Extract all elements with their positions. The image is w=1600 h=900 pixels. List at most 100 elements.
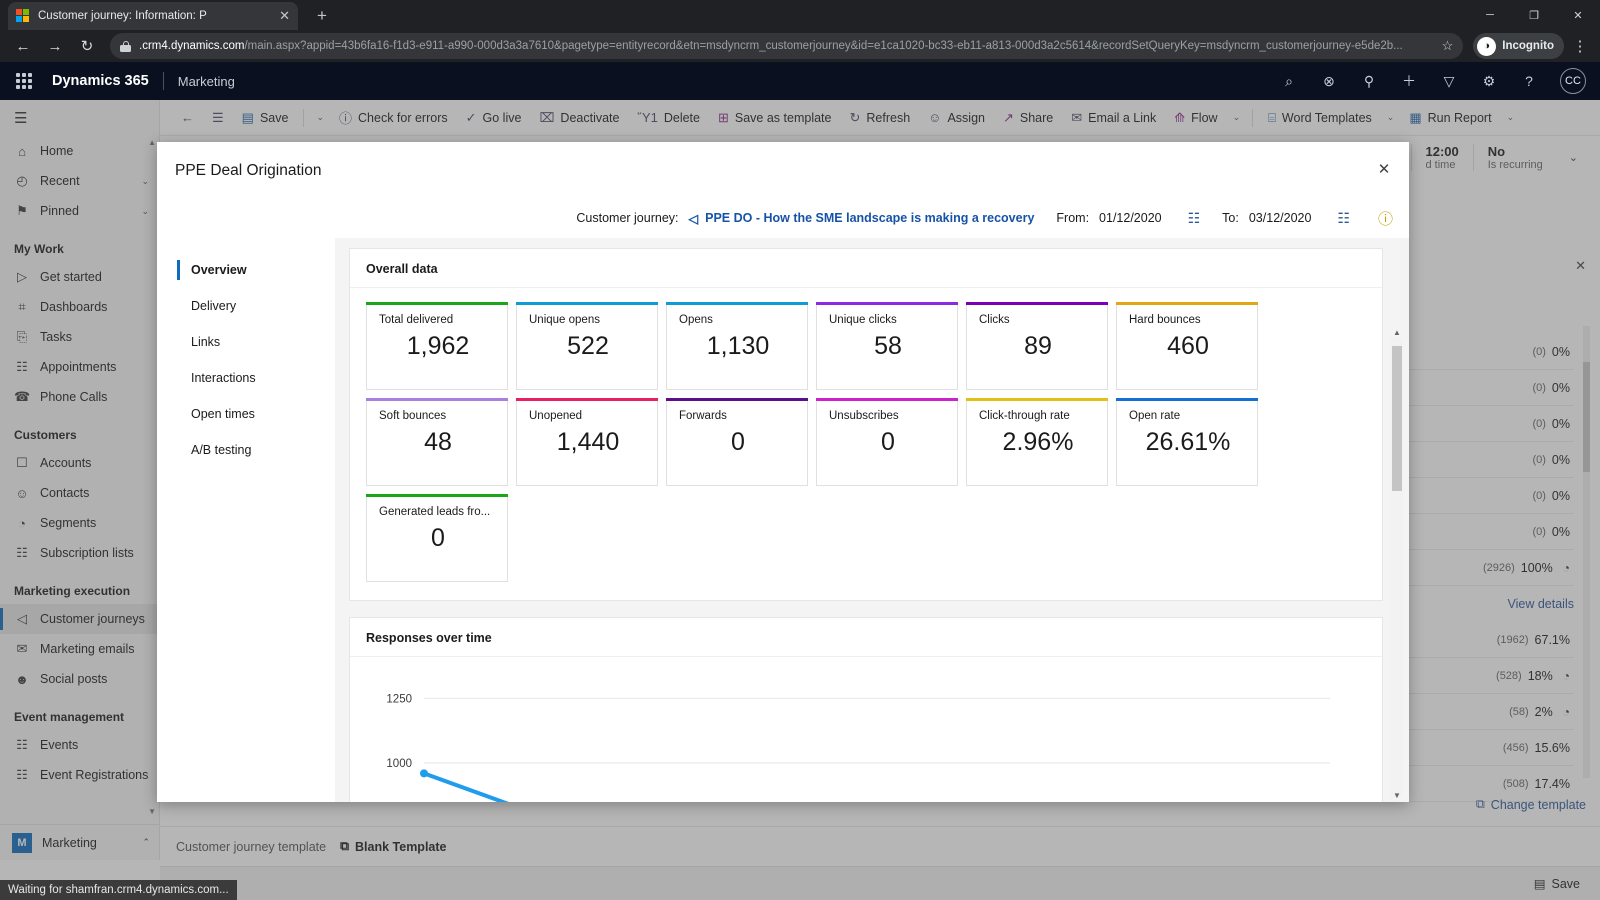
- avatar[interactable]: CC: [1560, 68, 1586, 94]
- bookmark-star-icon[interactable]: ☆: [1442, 38, 1454, 54]
- kpi-accent-bar: [816, 398, 958, 401]
- kpi-tile[interactable]: Generated leads fro... 0: [366, 494, 508, 582]
- search-icon[interactable]: ⌕: [1280, 73, 1298, 90]
- incognito-label: Incognito: [1502, 40, 1554, 52]
- kpi-tile[interactable]: Unique clicks 58: [816, 302, 958, 390]
- kpi-accent-bar: [366, 398, 508, 401]
- kpi-tile[interactable]: Open rate 26.61%: [1116, 398, 1258, 486]
- kpi-tile[interactable]: Unique opens 522: [516, 302, 658, 390]
- address-bar[interactable]: .crm4.dynamics.com/main.aspx?appid=43b6f…: [110, 33, 1464, 59]
- from-label: From:: [1056, 211, 1090, 225]
- email-insights-dialog: PPE Deal Origination ✕ Customer journey:…: [157, 142, 1409, 802]
- to-value[interactable]: 03/12/2020: [1249, 211, 1312, 225]
- info-icon[interactable]: ⓘ: [1378, 208, 1393, 229]
- y-axis-tick-label: 1250: [386, 693, 412, 705]
- dynamics-favicon: [16, 9, 30, 23]
- add-icon[interactable]: ＋: [1400, 71, 1418, 91]
- kpi-label: Hard bounces: [1129, 314, 1201, 326]
- incognito-indicator[interactable]: ◑ Incognito: [1473, 33, 1564, 59]
- lock-icon: [120, 40, 131, 52]
- new-tab-button[interactable]: +: [310, 4, 334, 28]
- kpi-accent-bar: [966, 398, 1108, 401]
- tab-interactions[interactable]: Interactions: [177, 360, 335, 396]
- kpi-accent-bar: [366, 494, 508, 497]
- kpi-value: 1,962: [406, 332, 470, 360]
- scrollbar-thumb[interactable]: [1392, 346, 1402, 491]
- kpi-accent-bar: [516, 398, 658, 401]
- close-icon[interactable]: ✕: [1373, 158, 1395, 180]
- calendar-icon[interactable]: ☷: [1337, 210, 1350, 227]
- tab-ab-testing[interactable]: A/B testing: [177, 432, 335, 468]
- close-tab-icon[interactable]: ✕: [279, 8, 290, 24]
- kpi-accent-bar: [1116, 302, 1258, 305]
- app-header-actions: ⌕ ⊗ ⚲ ＋ ▽ ⚙ ? CC: [1280, 68, 1586, 94]
- responses-over-time-card: Responses over time 75010001250: [349, 617, 1383, 802]
- tab-links[interactable]: Links: [177, 324, 335, 360]
- app-brand[interactable]: Dynamics 365: [52, 73, 149, 89]
- window-close-button[interactable]: ✕: [1556, 0, 1600, 30]
- kpi-tile[interactable]: Total delivered 1,962: [366, 302, 508, 390]
- dialog-scrollbar[interactable]: ▲ ▼: [1391, 328, 1403, 800]
- incognito-avatar-icon: ◑: [1477, 36, 1497, 56]
- window-maximize-button[interactable]: ❐: [1512, 0, 1556, 30]
- kpi-value: 58: [874, 332, 902, 360]
- gear-icon[interactable]: ⚙: [1480, 73, 1498, 90]
- scroll-up-icon[interactable]: ▲: [1393, 328, 1401, 337]
- data-point-marker[interactable]: [420, 769, 428, 778]
- reload-icon[interactable]: ↻: [74, 33, 100, 59]
- line-chart-svg: 75010001250: [386, 693, 1330, 802]
- kpi-label: Total delivered: [379, 314, 454, 326]
- kpi-tile[interactable]: Soft bounces 48: [366, 398, 508, 486]
- from-date-field: From: 01/12/2020: [1056, 211, 1161, 225]
- kpi-tile[interactable]: Unopened 1,440: [516, 398, 658, 486]
- browser-tab[interactable]: Customer journey: Information: P ✕: [8, 2, 298, 30]
- kpi-label: Open rate: [1129, 410, 1181, 422]
- tab-overview[interactable]: Overview: [177, 252, 335, 288]
- dialog-tab-list: Overview Delivery Links Interactions Ope…: [157, 238, 335, 802]
- kpi-value: 26.61%: [1145, 428, 1231, 456]
- forward-icon[interactable]: →: [42, 33, 68, 59]
- tab-strip: Customer journey: Information: P ✕ + ─ ❐…: [0, 0, 1600, 30]
- journey-icon: ◁: [688, 211, 699, 226]
- kpi-grid: Total delivered 1,962 Unique opens 522 Opens…: [350, 288, 1382, 600]
- to-date-field: To: 03/12/2020: [1222, 211, 1311, 225]
- kpi-value: 522: [567, 332, 609, 360]
- kpi-label: Click-through rate: [979, 410, 1070, 422]
- series-line: [422, 771, 509, 802]
- chart-title: Responses over time: [350, 618, 1382, 657]
- tab-delivery[interactable]: Delivery: [177, 288, 335, 324]
- tab-open-times[interactable]: Open times: [177, 396, 335, 432]
- kpi-value: 89: [1024, 332, 1052, 360]
- kpi-tile[interactable]: Opens 1,130: [666, 302, 808, 390]
- filter-icon[interactable]: ▽: [1440, 73, 1458, 90]
- window-minimize-button[interactable]: ─: [1468, 0, 1512, 30]
- assistant-icon[interactable]: ⊗: [1320, 73, 1338, 90]
- y-axis-tick-label: 1000: [386, 758, 412, 770]
- kpi-label: Forwards: [679, 410, 727, 422]
- kpi-value: 48: [424, 428, 452, 456]
- app-launcher-icon[interactable]: [14, 71, 34, 91]
- to-label: To:: [1222, 211, 1239, 225]
- kpi-tile[interactable]: Forwards 0: [666, 398, 808, 486]
- kpi-tile[interactable]: Clicks 89: [966, 302, 1108, 390]
- customer-journey-link-label: PPE DO - How the SME landscape is making…: [705, 211, 1035, 225]
- help-icon[interactable]: ?: [1520, 73, 1538, 89]
- browser-menu-icon[interactable]: ⋮: [1570, 37, 1590, 55]
- kpi-tile[interactable]: Click-through rate 2.96%: [966, 398, 1108, 486]
- kpi-value: 1,440: [556, 428, 620, 456]
- from-value[interactable]: 01/12/2020: [1099, 211, 1162, 225]
- calendar-icon[interactable]: ☷: [1188, 210, 1201, 227]
- kpi-tile[interactable]: Hard bounces 460: [1116, 302, 1258, 390]
- dialog-context-bar: Customer journey: ◁ PPE DO - How the SME…: [157, 200, 1409, 236]
- customer-journey-link[interactable]: ◁ PPE DO - How the SME landscape is maki…: [689, 211, 1035, 226]
- customer-journey-label: Customer journey:: [576, 211, 679, 225]
- back-icon[interactable]: ←: [10, 33, 36, 59]
- insights-icon[interactable]: ⚲: [1360, 73, 1378, 90]
- kpi-accent-bar: [966, 302, 1108, 305]
- scroll-down-icon[interactable]: ▼: [1393, 791, 1401, 800]
- kpi-tile[interactable]: Unsubscribes 0: [816, 398, 958, 486]
- kpi-accent-bar: [666, 302, 808, 305]
- url-text: .crm4.dynamics.com/main.aspx?appid=43b6f…: [139, 40, 1434, 52]
- kpi-accent-bar: [1116, 398, 1258, 401]
- kpi-value: 0: [731, 428, 745, 456]
